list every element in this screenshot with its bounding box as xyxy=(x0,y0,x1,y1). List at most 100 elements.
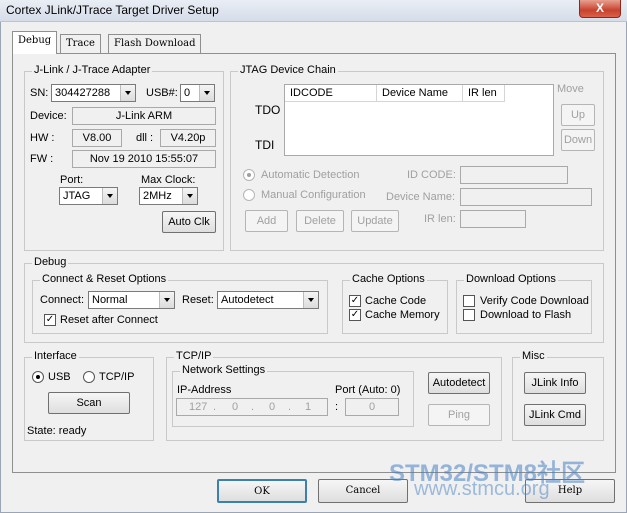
jlink-info-button[interactable]: JLink Info xyxy=(524,372,586,394)
sn-select[interactable]: 304427288 xyxy=(51,84,136,102)
misc-legend: Misc xyxy=(520,350,547,362)
reset-after-connect-label: Reset after Connect xyxy=(60,314,158,326)
tab-flash-download[interactable]: Flash Download xyxy=(108,34,202,53)
id-code-input[interactable] xyxy=(460,166,568,184)
update-button[interactable]: Update xyxy=(351,210,399,232)
automatic-detection-radio[interactable] xyxy=(243,169,255,181)
column-header-idcode[interactable]: IDCODE xyxy=(285,85,377,102)
cache-options-group: Cache Options xyxy=(342,273,448,334)
cache-memory-checkbox[interactable]: ✓ xyxy=(349,309,361,321)
ping-button[interactable]: Ping xyxy=(428,404,490,426)
usb-number-select[interactable]: 0 xyxy=(180,84,215,102)
cache-memory-label: Cache Memory xyxy=(365,309,440,321)
close-button[interactable]: X xyxy=(579,0,621,18)
ip-octet-1: 127 xyxy=(189,401,208,413)
tdo-label: TDO xyxy=(255,103,281,117)
ok-button[interactable]: OK xyxy=(217,479,307,503)
device-label: Device: xyxy=(30,110,67,122)
column-header-device-name[interactable]: Device Name xyxy=(377,85,463,102)
jlink-cmd-button[interactable]: JLink Cmd xyxy=(524,404,586,426)
ir-len-input[interactable] xyxy=(460,210,526,228)
ir-len-label: IR len: xyxy=(424,213,456,225)
verify-code-download-checkbox[interactable] xyxy=(463,295,475,307)
move-up-button[interactable]: Up xyxy=(561,104,595,126)
tab-debug[interactable]: Debug xyxy=(12,31,58,54)
move-down-button[interactable]: Down xyxy=(561,129,595,151)
port-value: JTAG xyxy=(63,190,91,202)
cache-code-label: Cache Code xyxy=(365,295,427,307)
tcpip-legend: TCP/IP xyxy=(174,350,214,362)
reset-select[interactable]: Autodetect xyxy=(217,291,319,309)
jtag-device-list[interactable]: IDCODE Device Name IR len xyxy=(284,84,554,156)
fw-field: Nov 19 2010 15:55:07 xyxy=(72,150,216,168)
reset-label: Reset: xyxy=(182,294,214,306)
tcpip-radio[interactable] xyxy=(83,371,95,383)
usb-label: USB xyxy=(48,371,71,383)
auto-clk-button[interactable]: Auto Clk xyxy=(162,211,216,233)
tcp-port-input[interactable]: 0 xyxy=(345,398,399,416)
watermark-url: www.stmcu.org xyxy=(414,478,550,500)
device-field: J-Link ARM xyxy=(72,107,216,125)
reset-after-connect-checkbox[interactable]: ✓ xyxy=(44,314,56,326)
network-settings-legend: Network Settings xyxy=(180,364,268,376)
add-button[interactable]: Add xyxy=(245,210,288,232)
manual-configuration-label: Manual Configuration xyxy=(261,189,366,201)
ip-octet-2: 0 xyxy=(232,401,239,413)
ip-address-input[interactable]: 127 . 0 . 0 . 1 xyxy=(176,398,328,416)
title-bar: Cortex JLink/JTrace Target Driver Setup … xyxy=(0,0,627,22)
misc-group: Misc xyxy=(512,350,604,441)
id-code-label: ID CODE: xyxy=(407,169,456,181)
usb-number-label: USB#: xyxy=(146,87,178,99)
download-options-group: Download Options xyxy=(456,273,592,334)
usb-number-value: 0 xyxy=(184,87,191,99)
adapter-legend: J-Link / J-Trace Adapter xyxy=(32,64,153,76)
delete-button[interactable]: Delete xyxy=(296,210,344,232)
state-label: State: ready xyxy=(27,425,87,437)
dll-label: dll : xyxy=(136,132,154,144)
fw-label: FW : xyxy=(30,153,54,165)
download-to-flash-checkbox[interactable] xyxy=(463,309,475,321)
chevron-down-icon xyxy=(303,292,318,308)
device-name-label: Device Name: xyxy=(386,191,456,203)
device-name-input[interactable] xyxy=(460,188,592,206)
max-clock-label: Max Clock: xyxy=(141,174,196,186)
download-options-legend: Download Options xyxy=(464,273,558,285)
jtag-chain-legend: JTAG Device Chain xyxy=(238,64,338,76)
ip-octet-3: 0 xyxy=(269,401,276,413)
autodetect-button[interactable]: Autodetect xyxy=(428,372,490,394)
tdi-label: TDI xyxy=(255,138,275,152)
connect-reset-legend: Connect & Reset Options xyxy=(40,273,169,285)
dll-field: V4.20p xyxy=(160,129,216,147)
ip-octet-4: 1 xyxy=(305,401,312,413)
connect-select[interactable]: Normal xyxy=(88,291,175,309)
hw-label: HW : xyxy=(30,132,55,144)
port-select[interactable]: JTAG xyxy=(59,187,118,205)
max-clock-select[interactable]: 2MHz xyxy=(139,187,198,205)
download-to-flash-label: Download to Flash xyxy=(480,309,572,321)
tcpip-label: TCP/IP xyxy=(99,371,135,383)
usb-radio[interactable] xyxy=(32,371,44,383)
tab-trace[interactable]: Trace xyxy=(60,34,101,53)
sn-value: 304427288 xyxy=(55,87,111,99)
cache-code-checkbox[interactable]: ✓ xyxy=(349,295,361,307)
move-label: Move xyxy=(557,83,584,95)
connect-label: Connect: xyxy=(40,294,85,306)
window-title: Cortex JLink/JTrace Target Driver Setup xyxy=(6,3,219,17)
port-auto-label: Port (Auto: 0) xyxy=(335,384,401,396)
chevron-down-icon xyxy=(102,188,117,204)
verify-code-download-label: Verify Code Download xyxy=(480,295,589,307)
hw-field: V8.00 xyxy=(72,129,122,147)
column-header-ir-len[interactable]: IR len xyxy=(463,85,505,102)
close-icon: X xyxy=(595,1,604,15)
chevron-down-icon xyxy=(159,292,174,308)
manual-configuration-radio[interactable] xyxy=(243,189,255,201)
automatic-detection-label: Automatic Detection xyxy=(261,169,360,181)
chevron-down-icon xyxy=(199,85,214,101)
max-clock-value: 2MHz xyxy=(143,190,172,202)
interface-legend: Interface xyxy=(32,350,79,362)
scan-button[interactable]: Scan xyxy=(48,392,130,414)
ip-address-label: IP-Address xyxy=(177,384,232,396)
chevron-down-icon xyxy=(182,188,197,204)
cache-options-legend: Cache Options xyxy=(350,273,427,285)
debug-legend: Debug xyxy=(32,256,69,268)
